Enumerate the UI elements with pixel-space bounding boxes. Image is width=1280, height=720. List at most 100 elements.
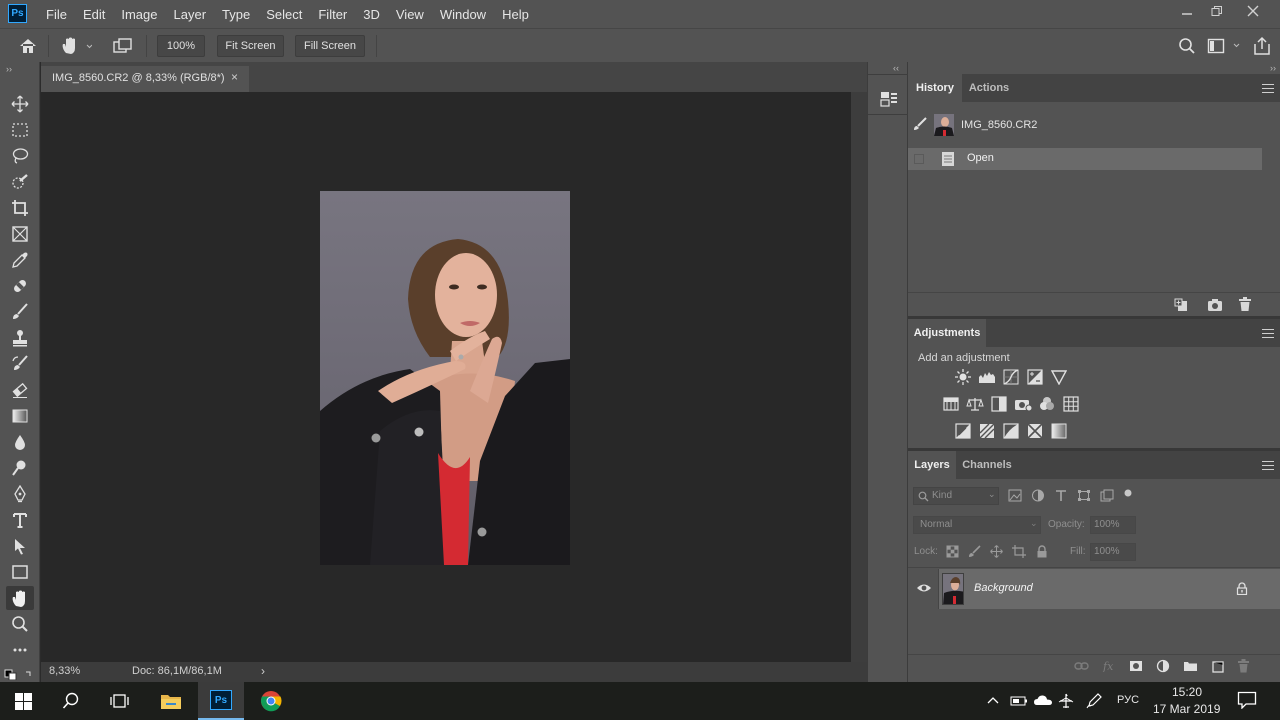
filter-smart-object-icon[interactable] bbox=[1100, 489, 1114, 502]
onedrive-icon[interactable] bbox=[1033, 694, 1053, 709]
layer-row-background[interactable]: Background bbox=[939, 569, 1280, 609]
color-lookup-icon[interactable] bbox=[1062, 396, 1080, 412]
lasso-tool-icon[interactable] bbox=[6, 144, 34, 168]
history-snapshot-label[interactable]: IMG_8560.CR2 bbox=[961, 119, 1037, 131]
channel-mixer-icon[interactable] bbox=[1038, 396, 1056, 412]
brush-tool-icon[interactable] bbox=[6, 300, 34, 324]
file-explorer-button[interactable] bbox=[148, 682, 194, 720]
levels-icon[interactable] bbox=[978, 369, 996, 385]
zoom-100-button[interactable]: 100% bbox=[157, 35, 205, 57]
workspace-icon[interactable] bbox=[1207, 37, 1241, 58]
home-icon[interactable] bbox=[18, 37, 38, 58]
action-center-button[interactable] bbox=[1237, 691, 1257, 712]
crop-tool-icon[interactable] bbox=[6, 196, 34, 220]
blend-mode-select[interactable]: Normal ⌄ bbox=[913, 516, 1041, 534]
add-mask-icon[interactable] bbox=[1129, 660, 1143, 672]
delete-layer-icon[interactable] bbox=[1237, 659, 1250, 673]
hue-saturation-icon[interactable] bbox=[942, 396, 960, 412]
invert-icon[interactable] bbox=[954, 423, 972, 439]
clone-stamp-tool-icon[interactable] bbox=[6, 326, 34, 350]
menu-edit[interactable]: Edit bbox=[75, 7, 113, 22]
new-adjustment-layer-icon[interactable] bbox=[1156, 659, 1170, 673]
eraser-tool-icon[interactable] bbox=[6, 378, 34, 402]
document-tab[interactable]: IMG_8560.CR2 @ 8,33% (RGB/8*) × bbox=[41, 66, 249, 92]
pen-tool-icon[interactable] bbox=[6, 482, 34, 506]
selective-color-icon[interactable] bbox=[1026, 423, 1044, 439]
vibrance-icon[interactable] bbox=[1050, 369, 1068, 385]
frame-tool-icon[interactable] bbox=[6, 222, 34, 246]
type-tool-icon[interactable] bbox=[6, 508, 34, 532]
history-brush-tool-icon[interactable] bbox=[6, 352, 34, 376]
input-language[interactable]: РУС bbox=[1117, 694, 1139, 706]
scroll-all-windows-icon[interactable] bbox=[112, 37, 134, 58]
black-white-icon[interactable] bbox=[990, 396, 1008, 412]
collapse-toolbar-icon[interactable]: ›› bbox=[6, 64, 12, 74]
chrome-taskbar-button[interactable] bbox=[248, 682, 294, 720]
photoshop-taskbar-button[interactable]: Ps bbox=[198, 682, 244, 720]
path-selection-tool-icon[interactable] bbox=[6, 534, 34, 558]
filter-shape-icon[interactable] bbox=[1077, 489, 1091, 502]
close-tab-icon[interactable]: × bbox=[231, 70, 238, 84]
lock-transparency-icon[interactable] bbox=[946, 545, 959, 558]
airplane-mode-icon[interactable] bbox=[1058, 693, 1074, 712]
new-layer-icon[interactable] bbox=[1211, 660, 1224, 673]
collapse-panels-icon[interactable]: ›› bbox=[1270, 63, 1276, 73]
threshold-icon[interactable] bbox=[1002, 423, 1020, 439]
lock-artboard-icon[interactable] bbox=[1012, 545, 1027, 558]
color-swatches-icon[interactable] bbox=[4, 666, 36, 683]
healing-brush-tool-icon[interactable] bbox=[6, 274, 34, 298]
gradient-map-icon[interactable] bbox=[1050, 423, 1068, 439]
adjustments-panel-menu-icon[interactable] bbox=[1262, 329, 1274, 341]
menu-type[interactable]: Type bbox=[214, 7, 258, 22]
curves-icon[interactable] bbox=[1002, 369, 1020, 385]
tab-layers[interactable]: Layers bbox=[908, 451, 956, 479]
opacity-field[interactable]: 100% bbox=[1090, 516, 1136, 534]
more-tools-icon[interactable] bbox=[6, 638, 34, 662]
tab-history[interactable]: History bbox=[908, 74, 962, 102]
vertical-scrollbar[interactable] bbox=[851, 92, 867, 662]
lock-all-icon[interactable] bbox=[1036, 545, 1048, 558]
delete-state-icon[interactable] bbox=[1238, 297, 1252, 315]
fill-screen-button[interactable]: Fill Screen bbox=[295, 35, 365, 57]
properties-panel-icon[interactable] bbox=[880, 90, 898, 111]
task-view-button[interactable] bbox=[96, 682, 142, 720]
clock-time[interactable]: 15:20 bbox=[1172, 685, 1202, 699]
layer-name[interactable]: Background bbox=[974, 582, 1033, 594]
menu-layer[interactable]: Layer bbox=[166, 7, 215, 22]
search-icon[interactable] bbox=[1178, 37, 1196, 58]
expand-dock-icon[interactable]: ‹‹ bbox=[893, 63, 899, 73]
rectangle-tool-icon[interactable] bbox=[6, 560, 34, 584]
hand-tool-preset-icon[interactable] bbox=[60, 36, 93, 59]
minimize-button[interactable] bbox=[1170, 0, 1204, 22]
gradient-tool-icon[interactable] bbox=[6, 404, 34, 428]
tab-channels[interactable]: Channels bbox=[956, 451, 1018, 479]
menu-3d[interactable]: 3D bbox=[355, 7, 388, 22]
lock-position-icon[interactable] bbox=[990, 545, 1003, 558]
link-layers-icon[interactable] bbox=[1074, 660, 1089, 672]
filter-pixel-icon[interactable] bbox=[1008, 489, 1022, 502]
layer-filter-kind[interactable]: Kind ⌄ bbox=[913, 487, 999, 505]
fill-field[interactable]: 100% bbox=[1090, 543, 1136, 561]
fit-screen-button[interactable]: Fit Screen bbox=[217, 35, 284, 57]
visibility-eye-icon[interactable] bbox=[916, 582, 932, 597]
history-state-open[interactable]: Open bbox=[908, 148, 1262, 170]
photoshop-logo[interactable]: Ps bbox=[8, 4, 27, 23]
layer-lock-icon[interactable] bbox=[1236, 582, 1248, 598]
photo-filter-icon[interactable] bbox=[1014, 396, 1032, 412]
tab-actions[interactable]: Actions bbox=[962, 74, 1016, 102]
new-document-from-state-icon[interactable] bbox=[1174, 298, 1190, 315]
color-balance-icon[interactable] bbox=[966, 396, 984, 412]
pen-workspace-icon[interactable] bbox=[1086, 693, 1102, 712]
menu-select[interactable]: Select bbox=[258, 7, 310, 22]
clock-date[interactable]: 17 Mar 2019 bbox=[1153, 702, 1220, 716]
search-taskbar-button[interactable] bbox=[48, 682, 94, 720]
tab-adjustments[interactable]: Adjustments bbox=[908, 319, 986, 347]
menu-file[interactable]: File bbox=[38, 7, 75, 22]
history-state-checkbox[interactable] bbox=[914, 154, 924, 164]
zoom-tool-icon[interactable] bbox=[6, 612, 34, 636]
history-panel-menu-icon[interactable] bbox=[1262, 84, 1274, 96]
new-group-icon[interactable] bbox=[1183, 660, 1198, 672]
layers-panel-menu-icon[interactable] bbox=[1262, 461, 1274, 473]
menu-view[interactable]: View bbox=[388, 7, 432, 22]
hand-tool-icon[interactable] bbox=[6, 586, 34, 610]
